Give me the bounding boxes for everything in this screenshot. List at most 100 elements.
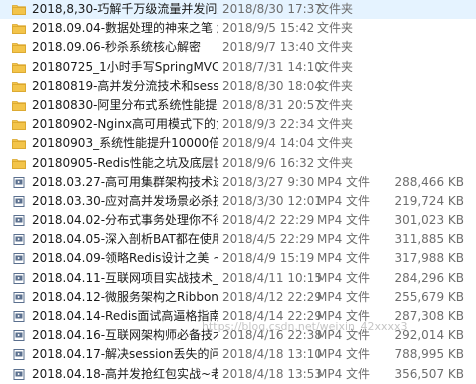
folder-icon <box>12 138 26 150</box>
file-type: 文件夹 <box>317 136 354 151</box>
file-date-modified: 2018/4/12 22:29 <box>222 289 322 304</box>
file-name: 2018.09.04-數据处理的神来之笔 解决缓... <box>32 21 218 36</box>
folder-icon <box>12 119 26 131</box>
file-date-modified: 2018/8/30 18:04 <box>222 78 322 93</box>
file-type: MP4 文件 <box>317 347 371 362</box>
file-row[interactable]: 20180903_系统性能提升10000倍的技 2018/9/4 14:04文件夹 <box>0 134 476 153</box>
file-type: 文件夹 <box>317 78 354 93</box>
file-row[interactable]: 2018.04.09-领略Redis设计之美 ~ 手把... 2018/4/9 1… <box>0 249 476 268</box>
file-name: 2018.03.30-应对高并发场景必杀技 - Ra... <box>32 193 218 208</box>
file-row[interactable]: 20180905-Redis性能之坑及底层协议实 2018/9/6 16:32文件… <box>0 154 476 173</box>
file-name: 20180903_系统性能提升10000倍的技 <box>32 136 218 151</box>
file-size: 292,014 KB <box>394 328 464 343</box>
file-type: MP4 文件 <box>317 289 371 304</box>
file-row[interactable]: 2018.09.06-秒杀系统核心解密 2018/9/7 13:40 文件夹 <box>0 38 476 57</box>
file-size: 284,296 KB <box>394 270 464 285</box>
folder-icon <box>12 23 26 35</box>
file-row[interactable]: 2018.03.30-应对高并发场景必杀技 - Ra... 2018/3/30 1… <box>0 192 476 211</box>
file-date-modified: 2018/9/6 16:32 <box>222 155 315 170</box>
file-date-modified: 2018/4/2 22:29 <box>222 213 315 228</box>
file-row[interactable]: 2018.04.12-微服务架构之Ribbon客户... 2018/4/12 22… <box>0 288 476 307</box>
file-size: 288,466 KB <box>394 174 464 189</box>
file-row[interactable]: 2018.03.27-高可用集群架构技术进阶篇... 2018/3/27 9:30… <box>0 173 476 192</box>
file-type: MP4 文件 <box>317 309 371 323</box>
video-file-icon <box>12 291 26 303</box>
file-date-modified: 2018/4/5 22:29 <box>222 232 315 247</box>
folder-icon <box>12 81 26 92</box>
video-file-icon <box>12 234 26 246</box>
file-type: MP4 文件 <box>317 193 371 208</box>
file-row[interactable]: 2018,8,30-巧解千万级流量并发问题 论... 2018/8/30 17:3… <box>0 0 476 20</box>
file-type: 文件夹 <box>317 40 354 55</box>
file-date-modified: 2018/4/11 10:15 <box>222 270 322 285</box>
file-date-modified: 2018/4/18 13:53 <box>222 366 322 381</box>
video-file-icon <box>12 330 26 342</box>
file-name: 2018.04.09-领略Redis设计之美 ~ 手把... <box>32 251 218 266</box>
folder-icon <box>12 4 26 15</box>
file-row[interactable]: 2018.09.04-數据处理的神来之笔 解决缓... 2018/9/5 15:4… <box>0 19 476 38</box>
file-name: 2018.04.16-互联网架构师必备技术之D... <box>32 328 218 343</box>
file-type: MP4 文件 <box>317 366 371 381</box>
file-name: 2018.04.14-Redis面试高逼格指南 两小... <box>32 309 218 323</box>
folder-icon <box>12 100 26 111</box>
file-size: 219,724 KB <box>394 193 464 208</box>
video-file-icon <box>12 272 26 284</box>
file-row[interactable]: 20180902-Nginx高可用模式下的负载... 2018/9/3 22:34… <box>0 115 476 134</box>
file-row[interactable]: 2018.04.17-解决session丢失的问题 2018/4/18 13:10… <box>0 345 476 364</box>
file-name: 20180902-Nginx高可用模式下的负载... <box>32 117 218 132</box>
file-size: 317,988 KB <box>394 251 464 266</box>
video-file-icon <box>12 215 26 227</box>
file-type: 文件夹 <box>317 59 354 74</box>
file-size: 287,308 KB <box>394 309 464 323</box>
file-date-modified: 2018/4/16 22:38 <box>222 328 322 343</box>
folder-icon <box>12 42 26 54</box>
file-size: 788,995 KB <box>394 347 464 362</box>
file-name: 20180725_1小时手写SpringMVC~T5... <box>32 59 218 74</box>
file-type: MP4 文件 <box>317 213 371 228</box>
file-row[interactable]: 2018.04.02-分布式事务处理你不得不听... 2018/4/2 22:29… <box>0 211 476 230</box>
file-name: 20180819-高并发分流技术和session管理 <box>32 78 218 93</box>
file-row[interactable]: 2018.04.05-深入剖析BAT都在使用的N... 2018/4/5 22:2… <box>0 230 476 249</box>
file-date-modified: 2018/4/9 15:19 <box>222 251 315 266</box>
file-row[interactable]: 20180830-阿里分布式系统性能提升万... 2018/8/31 20:57文… <box>0 96 476 115</box>
file-name: 2018.04.11-互联网项目实战技术_正确... <box>32 270 218 285</box>
file-size: 311,885 KB <box>394 232 464 247</box>
file-date-modified: 2018/4/14 22:29 <box>222 309 322 323</box>
file-date-modified: 2018/8/31 20:57 <box>222 97 322 112</box>
file-size: 356,507 KB <box>394 366 464 381</box>
file-row[interactable]: 20180819-高并发分流技术和session管理 2018/8/30 18:0… <box>0 77 476 96</box>
file-name: 2018.03.27-高可用集群架构技术进阶篇... <box>32 174 218 189</box>
file-size: 301,023 KB <box>394 213 464 228</box>
file-date-modified: 2018/9/3 22:34 <box>222 117 315 132</box>
video-file-icon <box>12 349 26 361</box>
file-date-modified: 2018/8/30 17:37 <box>222 2 322 16</box>
file-type: MP4 文件 <box>317 251 371 266</box>
file-size: 255,679 KB <box>394 289 464 304</box>
file-date-modified: 2018/7/31 14:10 <box>222 59 322 74</box>
file-type: MP4 文件 <box>317 174 371 189</box>
file-row[interactable]: 2018.04.14-Redis面试高逼格指南 两小... 2018/4/14 2… <box>0 307 476 326</box>
file-name: 2018.09.06-秒杀系统核心解密 <box>32 40 202 55</box>
file-name: 2018.04.17-解决session丢失的问题 <box>32 347 218 362</box>
file-date-modified: 2018/9/7 13:40 <box>222 40 315 55</box>
file-date-modified: 2018/3/30 12:01 <box>222 193 322 208</box>
video-file-icon <box>12 311 26 322</box>
file-row[interactable]: 20180725_1小时手写SpringMVC~T5... 2018/7/31 1… <box>0 58 476 77</box>
file-date-modified: 2018/9/4 14:04 <box>222 136 315 151</box>
file-row[interactable]: 2018.04.11-互联网项目实战技术_正确... 2018/4/11 10:1… <box>0 269 476 288</box>
file-name: 2018.04.05-深入剖析BAT都在使用的N... <box>32 232 218 247</box>
file-name: 20180830-阿里分布式系统性能提升万... <box>32 97 218 112</box>
video-file-icon <box>12 253 26 265</box>
file-date-modified: 2018/9/5 15:42 <box>222 21 315 36</box>
video-file-icon <box>12 368 26 380</box>
file-name: 2018.04.02-分布式事务处理你不得不听... <box>32 213 218 228</box>
file-date-modified: 2018/4/18 13:10 <box>222 347 322 362</box>
file-type: MP4 文件 <box>317 328 371 343</box>
file-name: 2018,8,30-巧解千万级流量并发问题 论... <box>32 2 218 16</box>
file-type: MP4 文件 <box>317 232 371 247</box>
file-row[interactable]: 2018.04.18-高并发抢红包实战~老司机... 2018/4/18 13:5… <box>0 365 476 384</box>
file-name: 2018.04.18-高并发抢红包实战~老司机... <box>32 366 218 381</box>
file-date-modified: 2018/3/27 9:30 <box>222 174 315 189</box>
file-row[interactable]: 2018.04.16-互联网架构师必备技术之D... 2018/4/16 22:3… <box>0 326 476 345</box>
file-type: 文件夹 <box>317 97 354 112</box>
